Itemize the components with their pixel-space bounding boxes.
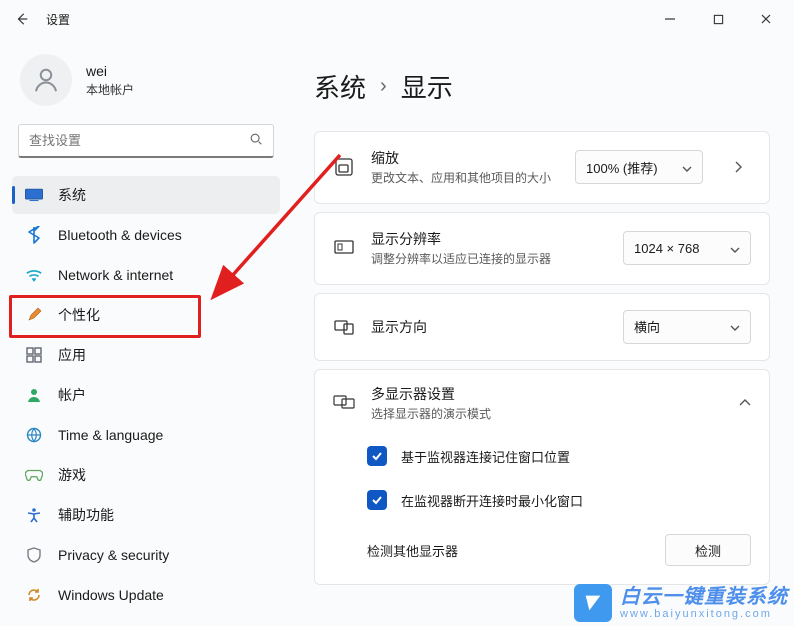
- checkbox-row-minimize[interactable]: 在监视器断开连接时最小化窗口: [333, 478, 751, 522]
- apps-icon: [24, 345, 44, 365]
- shield-icon: [24, 545, 44, 565]
- watermark-main: 白云一键重装系统: [620, 586, 788, 608]
- chevron-right-icon: ›: [380, 75, 387, 98]
- maximize-button[interactable]: [708, 9, 728, 29]
- nav-list: 系统 Bluetooth & devices Network & interne…: [12, 176, 280, 616]
- detect-button[interactable]: 检测: [665, 534, 751, 566]
- orientation-icon: [333, 316, 355, 338]
- card-multi-monitor: 多显示器设置 选择显示器的演示模式 基于监视器连接记住窗口位置 在监视器断开连接…: [314, 369, 770, 586]
- resolution-desc: 调整分辨率以适应已连接的显示器: [371, 251, 607, 268]
- brush-icon: [24, 305, 44, 325]
- sidebar-item-network[interactable]: Network & internet: [12, 256, 280, 294]
- title-bar: 设置: [0, 0, 794, 38]
- window-controls: [660, 9, 784, 29]
- scale-value: 100% (推荐): [586, 158, 658, 177]
- detect-label: 检测其他显示器: [367, 541, 458, 560]
- sidebar-item-label: Bluetooth & devices: [58, 227, 182, 243]
- sidebar-item-label: Windows Update: [58, 587, 164, 603]
- user-texts: wei 本地帐户: [86, 63, 134, 98]
- sidebar-item-privacy[interactable]: Privacy & security: [12, 536, 280, 574]
- accessibility-icon: [24, 505, 44, 525]
- sidebar-item-system[interactable]: 系统: [12, 176, 280, 214]
- sidebar-item-personalization[interactable]: 个性化: [12, 296, 280, 334]
- resolution-icon: [333, 237, 355, 259]
- chevron-down-icon: [730, 241, 740, 256]
- search-icon: [249, 132, 263, 149]
- sidebar-item-gaming[interactable]: 游戏: [12, 456, 280, 494]
- sidebar-item-label: 应用: [58, 345, 86, 365]
- search-input[interactable]: [29, 133, 249, 148]
- checkbox-row-remember[interactable]: 基于监视器连接记住窗口位置: [333, 434, 751, 478]
- checkbox-checked-icon[interactable]: [367, 490, 387, 510]
- back-button[interactable]: [10, 7, 34, 31]
- person-icon: [24, 385, 44, 405]
- scale-desc: 更改文本、应用和其他项目的大小: [371, 170, 559, 187]
- watermark-logo-icon: [574, 584, 612, 622]
- sidebar-item-label: Time & language: [58, 427, 163, 443]
- watermark: 白云一键重装系统 www.baiyunxitong.com: [574, 584, 788, 622]
- sidebar-item-label: Network & internet: [58, 267, 173, 283]
- sidebar-item-label: 个性化: [58, 305, 100, 325]
- main-content: 系统 › 显示 缩放 更改文本、应用和其他项目的大小 100% (推荐): [290, 38, 794, 626]
- watermark-sub: www.baiyunxitong.com: [620, 608, 788, 620]
- checkbox-label: 在监视器断开连接时最小化窗口: [401, 491, 583, 510]
- scale-icon: [333, 156, 355, 178]
- sidebar-item-label: 帐户: [58, 385, 86, 405]
- window-title: 设置: [46, 11, 70, 28]
- scale-dropdown[interactable]: 100% (推荐): [575, 150, 703, 184]
- sidebar-item-label: 游戏: [58, 465, 86, 485]
- breadcrumb-root[interactable]: 系统: [314, 68, 366, 105]
- resolution-title: 显示分辨率: [371, 229, 607, 249]
- close-button[interactable]: [756, 9, 776, 29]
- resolution-value: 1024 × 768: [634, 241, 699, 256]
- sidebar-item-label: Privacy & security: [58, 547, 169, 563]
- wifi-icon: [24, 265, 44, 285]
- globe-icon: [24, 425, 44, 445]
- orientation-value: 横向: [634, 317, 660, 336]
- orientation-title: 显示方向: [371, 317, 607, 337]
- bluetooth-icon: [24, 225, 44, 245]
- sidebar-item-accounts[interactable]: 帐户: [12, 376, 280, 414]
- minimize-button[interactable]: [660, 9, 680, 29]
- card-orientation[interactable]: 显示方向 横向: [314, 293, 770, 361]
- chevron-down-icon: [682, 160, 692, 175]
- game-icon: [24, 465, 44, 485]
- breadcrumb-current: 显示: [401, 68, 453, 105]
- layout: wei 本地帐户 系统 Bluetooth & devices: [0, 38, 794, 626]
- detect-row: 检测其他显示器 检测: [333, 522, 751, 566]
- orientation-dropdown[interactable]: 横向: [623, 310, 751, 344]
- sidebar-item-accessibility[interactable]: 辅助功能: [12, 496, 280, 534]
- user-name: wei: [86, 63, 134, 79]
- multi-monitor-icon: [333, 392, 355, 414]
- multi-desc: 选择显示器的演示模式: [371, 406, 723, 423]
- breadcrumb: 系统 › 显示: [314, 68, 770, 105]
- avatar: [20, 54, 72, 106]
- chevron-right-icon[interactable]: [725, 154, 751, 180]
- card-resolution[interactable]: 显示分辨率 调整分辨率以适应已连接的显示器 1024 × 768: [314, 212, 770, 285]
- system-icon: [24, 185, 44, 205]
- update-icon: [24, 585, 44, 605]
- search-box[interactable]: [18, 124, 274, 158]
- checkbox-checked-icon[interactable]: [367, 446, 387, 466]
- card-scale[interactable]: 缩放 更改文本、应用和其他项目的大小 100% (推荐): [314, 131, 770, 204]
- sidebar-item-label: 系统: [58, 185, 86, 205]
- checkbox-label: 基于监视器连接记住窗口位置: [401, 447, 570, 466]
- multi-title: 多显示器设置: [371, 384, 723, 404]
- user-subtitle: 本地帐户: [86, 81, 134, 98]
- user-block[interactable]: wei 本地帐户: [12, 54, 280, 106]
- chevron-up-icon[interactable]: [739, 395, 751, 410]
- sidebar-item-update[interactable]: Windows Update: [12, 576, 280, 614]
- sidebar-item-bluetooth[interactable]: Bluetooth & devices: [12, 216, 280, 254]
- sidebar-item-label: 辅助功能: [58, 505, 114, 525]
- sidebar-item-apps[interactable]: 应用: [12, 336, 280, 374]
- sidebar-item-time[interactable]: Time & language: [12, 416, 280, 454]
- resolution-dropdown[interactable]: 1024 × 768: [623, 231, 751, 265]
- sidebar: wei 本地帐户 系统 Bluetooth & devices: [0, 38, 290, 626]
- chevron-down-icon: [730, 319, 740, 334]
- scale-title: 缩放: [371, 148, 559, 168]
